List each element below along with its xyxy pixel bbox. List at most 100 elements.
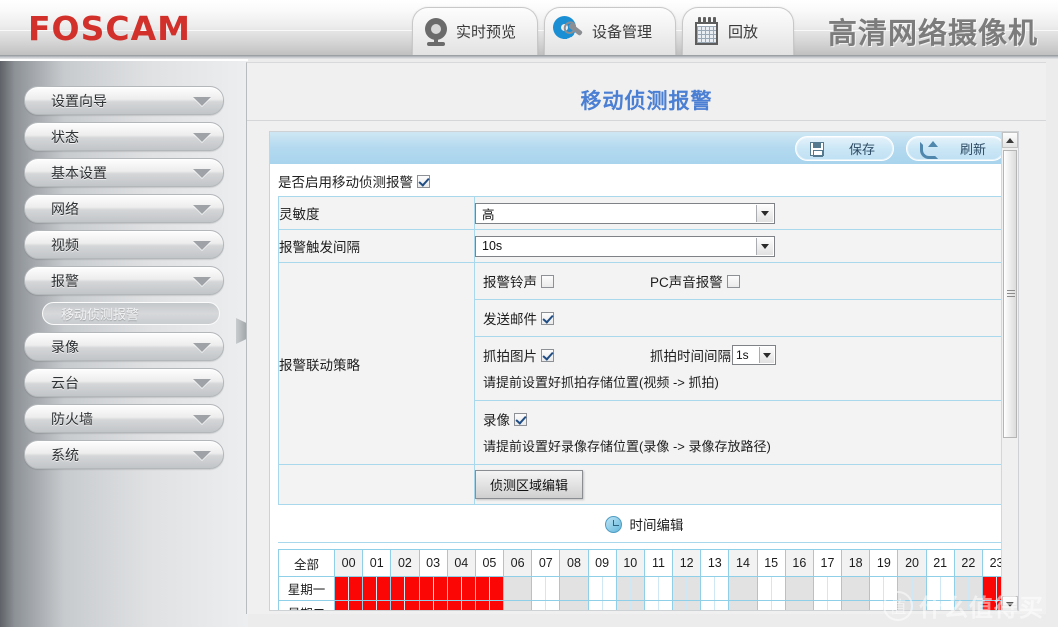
schedule-hour-09[interactable]: 09 bbox=[588, 550, 617, 577]
schedule-half-hour-cell[interactable] bbox=[715, 601, 729, 610]
pc-sound-alarm-checkbox[interactable] bbox=[726, 274, 740, 288]
sidebar-item-ptz[interactable]: 云台 bbox=[24, 368, 224, 397]
schedule-half-hour-cell[interactable] bbox=[447, 577, 462, 600]
schedule-half-hour-cell[interactable] bbox=[701, 577, 716, 600]
sidebar-item-record[interactable]: 录像 bbox=[24, 332, 224, 361]
schedule-half-hour-cell[interactable] bbox=[616, 601, 631, 610]
schedule-half-hour-cell[interactable] bbox=[658, 601, 673, 610]
schedule-hour-02[interactable]: 02 bbox=[391, 550, 420, 577]
schedule-half-hour-cell[interactable] bbox=[377, 601, 391, 610]
schedule-half-hour-cell[interactable] bbox=[405, 577, 419, 600]
schedule-half-hour-cell[interactable] bbox=[391, 601, 406, 610]
schedule-half-hour-cell[interactable] bbox=[644, 601, 659, 610]
form-scrollbar[interactable] bbox=[1001, 132, 1018, 610]
scroll-down-button[interactable] bbox=[1002, 596, 1018, 610]
refresh-button[interactable]: 刷新 bbox=[906, 136, 1005, 161]
schedule-hour-12[interactable]: 12 bbox=[673, 550, 702, 577]
schedule-half-hour-cell[interactable] bbox=[968, 601, 982, 610]
save-button[interactable]: 保存 bbox=[795, 136, 894, 161]
schedule-half-hour-cell[interactable] bbox=[715, 577, 729, 600]
schedule-half-hour-cell[interactable] bbox=[687, 577, 701, 600]
schedule-half-hour-cell[interactable] bbox=[602, 601, 616, 610]
schedule-half-hour-cell[interactable] bbox=[560, 601, 575, 610]
schedule-hour-10[interactable]: 10 bbox=[616, 550, 645, 577]
schedule-hour-00[interactable]: 00 bbox=[335, 550, 364, 577]
schedule-half-hour-cell[interactable] bbox=[588, 601, 603, 610]
detect-area-edit-button[interactable]: 侦测区域编辑 bbox=[475, 470, 584, 499]
schedule-half-hour-cell[interactable] bbox=[461, 577, 475, 600]
sidebar-item-network[interactable]: 网络 bbox=[24, 194, 224, 223]
schedule-half-hour-cell[interactable] bbox=[630, 577, 644, 600]
chevron-down-icon[interactable] bbox=[759, 347, 774, 363]
enable-motion-detection-checkbox[interactable] bbox=[417, 174, 430, 188]
schedule-half-hour-cell[interactable] bbox=[475, 601, 490, 610]
schedule-half-hour-cell[interactable] bbox=[757, 601, 772, 610]
schedule-half-hour-cell[interactable] bbox=[349, 601, 363, 610]
schedule-hour-08[interactable]: 08 bbox=[560, 550, 589, 577]
scrollbar-thumb[interactable] bbox=[1003, 150, 1017, 438]
record-checkbox[interactable] bbox=[514, 412, 527, 426]
schedule-half-hour-cell[interactable] bbox=[828, 577, 842, 600]
schedule-half-hour-cell[interactable] bbox=[504, 601, 519, 610]
snapshot-checkbox[interactable] bbox=[541, 348, 554, 362]
schedule-half-hour-cell[interactable] bbox=[842, 601, 857, 610]
schedule-half-hour-cell[interactable] bbox=[377, 577, 391, 600]
schedule-half-hour-cell[interactable] bbox=[729, 601, 744, 610]
schedule-half-hour-cell[interactable] bbox=[785, 601, 800, 610]
schedule-half-hour-cell[interactable] bbox=[884, 601, 898, 610]
schedule-hour-14[interactable]: 14 bbox=[729, 550, 758, 577]
schedule-half-hour-cell[interactable] bbox=[898, 577, 913, 600]
schedule-half-hour-cell[interactable] bbox=[870, 577, 885, 600]
schedule-half-hour-cell[interactable] bbox=[954, 601, 969, 610]
tab-live-preview[interactable]: 实时预览 bbox=[412, 7, 538, 55]
schedule-half-hour-cell[interactable] bbox=[546, 577, 560, 600]
schedule-half-hour-cell[interactable] bbox=[771, 601, 785, 610]
schedule-half-hour-cell[interactable] bbox=[532, 577, 547, 600]
schedule-half-hour-cell[interactable] bbox=[884, 577, 898, 600]
schedule-half-hour-cell[interactable] bbox=[335, 577, 350, 600]
schedule-half-hour-cell[interactable] bbox=[799, 601, 813, 610]
schedule-half-hour-cell[interactable] bbox=[926, 577, 941, 600]
schedule-half-hour-cell[interactable] bbox=[813, 601, 829, 610]
schedule-half-hour-cell[interactable] bbox=[870, 601, 885, 610]
schedule-half-hour-cell[interactable] bbox=[644, 577, 659, 600]
schedule-half-hour-cell[interactable] bbox=[532, 601, 547, 610]
schedule-hour-19[interactable]: 19 bbox=[870, 550, 899, 577]
schedule-half-hour-cell[interactable] bbox=[687, 601, 701, 610]
schedule-half-hour-cell[interactable] bbox=[729, 577, 744, 600]
schedule-hour-16[interactable]: 16 bbox=[785, 550, 814, 577]
schedule-half-hour-cell[interactable] bbox=[630, 601, 644, 610]
schedule-half-hour-cell[interactable] bbox=[813, 577, 829, 600]
schedule-half-hour-cell[interactable] bbox=[518, 577, 532, 600]
schedule-hour-04[interactable]: 04 bbox=[447, 550, 476, 577]
sidebar-item-system[interactable]: 系统 bbox=[24, 440, 224, 469]
schedule-half-hour-cell[interactable] bbox=[799, 577, 813, 600]
time-edit-header[interactable]: 时间编辑 bbox=[270, 505, 1018, 542]
schedule-hour-22[interactable]: 22 bbox=[954, 550, 983, 577]
schedule-half-hour-cell[interactable] bbox=[602, 577, 616, 600]
schedule-half-hour-cell[interactable] bbox=[574, 601, 588, 610]
schedule-half-hour-cell[interactable] bbox=[701, 601, 716, 610]
alarm-ring-checkbox[interactable] bbox=[541, 274, 554, 288]
send-mail-checkbox[interactable] bbox=[541, 311, 554, 325]
schedule-half-hour-cell[interactable] bbox=[757, 577, 772, 600]
schedule-hour-17[interactable]: 17 bbox=[813, 550, 843, 577]
schedule-half-hour-cell[interactable] bbox=[828, 601, 842, 610]
trigger-interval-select[interactable]: 10s bbox=[475, 235, 775, 257]
schedule-half-hour-cell[interactable] bbox=[461, 601, 475, 610]
schedule-half-hour-cell[interactable] bbox=[363, 577, 378, 600]
schedule-half-hour-cell[interactable] bbox=[391, 577, 406, 600]
schedule-hour-01[interactable]: 01 bbox=[363, 550, 392, 577]
schedule-half-hour-cell[interactable] bbox=[940, 601, 954, 610]
tab-playback[interactable]: 回放 bbox=[682, 7, 794, 55]
schedule-half-hour-cell[interactable] bbox=[982, 601, 998, 610]
schedule-hour-07[interactable]: 07 bbox=[532, 550, 561, 577]
snapshot-interval-select[interactable]: 1s bbox=[732, 345, 776, 365]
schedule-half-hour-cell[interactable] bbox=[940, 577, 954, 600]
schedule-half-hour-cell[interactable] bbox=[560, 577, 575, 600]
schedule-hour-06[interactable]: 06 bbox=[504, 550, 533, 577]
schedule-half-hour-cell[interactable] bbox=[856, 577, 870, 600]
sidebar-item-status[interactable]: 状态 bbox=[24, 122, 224, 151]
schedule-half-hour-cell[interactable] bbox=[419, 577, 434, 600]
schedule-half-hour-cell[interactable] bbox=[588, 577, 603, 600]
